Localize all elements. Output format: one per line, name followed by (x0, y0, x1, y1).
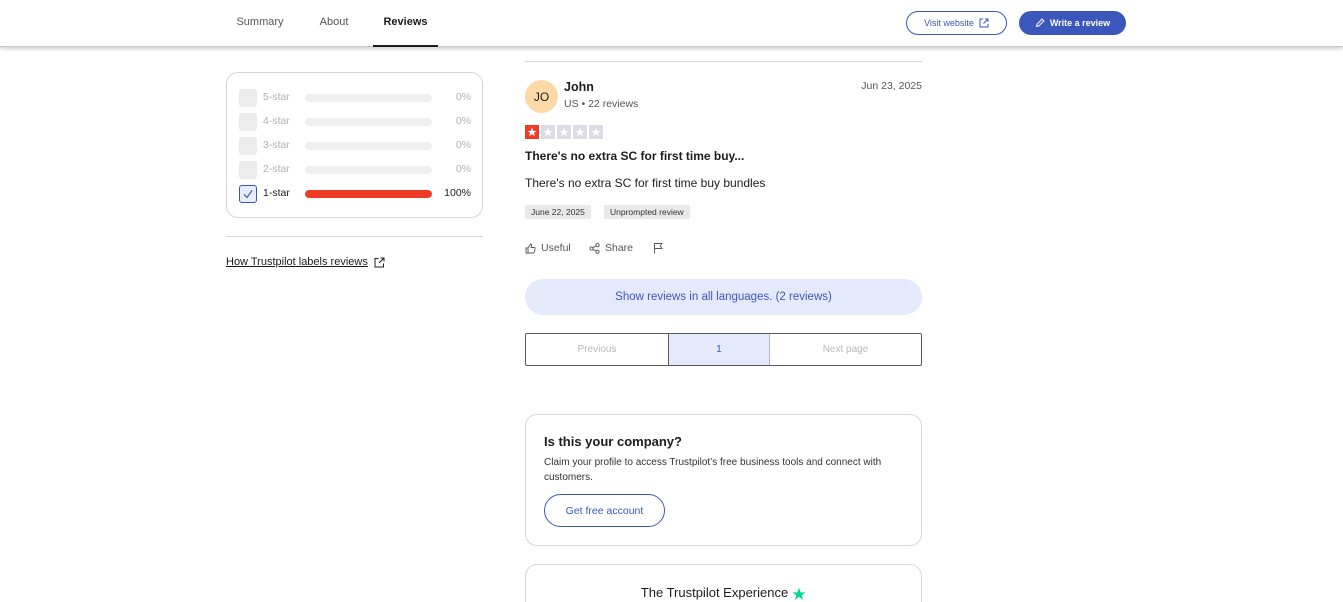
filter-row-3-star[interactable]: 3-star 0% (239, 137, 471, 155)
visit-website-label: Visit website (924, 18, 974, 28)
filter-label: 4-star (263, 115, 290, 127)
current-page-button[interactable]: 1 (669, 334, 770, 365)
avatar[interactable]: JO (525, 80, 558, 113)
filter-percent: 0% (455, 163, 471, 175)
filter-percent: 0% (455, 91, 471, 103)
review-date: Jun 23, 2025 (861, 80, 922, 92)
filter-percent: 100% (444, 187, 471, 199)
claim-company-text: Claim your profile to access Trustpilot’… (544, 457, 882, 483)
trustpilot-experience-title: The Trustpilot Experience (640, 585, 789, 600)
report-flag-button[interactable] (653, 242, 664, 254)
star-empty-icon (589, 125, 603, 139)
write-review-label: Write a review (1049, 18, 1111, 28)
experience-date-chip: June 22, 2025 (525, 205, 591, 219)
rating-filter-card: 5-star 0% 4-star 0% 3-star 0% 2-star 0% … (226, 72, 483, 218)
external-link-icon (374, 257, 385, 267)
filter-row-1-star[interactable]: 1-star 100% (239, 185, 471, 203)
reviewer-name[interactable]: John (564, 80, 594, 94)
share-label: Share (605, 242, 634, 254)
filter-row-4-star[interactable]: 4-star 0% (239, 113, 471, 131)
filter-row-2-star[interactable]: 2-star 0% (239, 161, 471, 179)
filter-checkbox[interactable] (239, 89, 257, 107)
top-navigation: Summary About Reviews Visit website Writ… (0, 0, 1343, 47)
get-free-account-button[interactable]: Get free account (544, 494, 665, 527)
filter-label: 5-star (263, 91, 290, 103)
pagination: Previous 1 Next page (525, 333, 922, 366)
write-review-button[interactable]: Write a review (1019, 11, 1126, 35)
star-empty-icon (557, 125, 571, 139)
left-divider (226, 236, 483, 237)
show-all-languages-button[interactable]: Show reviews in all languages. (2 review… (525, 279, 922, 315)
external-link-icon (979, 18, 989, 28)
filter-label: 1-star (263, 187, 290, 199)
unprompted-review-chip: Unprompted review (604, 205, 690, 219)
flag-icon (654, 243, 663, 254)
useful-button[interactable]: Useful (525, 242, 571, 254)
thumbs-up-icon (525, 243, 536, 253)
filter-percent: 0% (455, 139, 471, 151)
filter-checkbox[interactable] (239, 137, 257, 155)
filter-row-5-star[interactable]: 5-star 0% (239, 89, 471, 107)
useful-label: Useful (541, 242, 571, 254)
share-button[interactable]: Share (589, 242, 633, 254)
star-filled-icon (525, 125, 539, 139)
claim-company-card: Is this your company? Claim your profile… (525, 414, 922, 546)
next-page-button[interactable]: Next page (770, 334, 921, 365)
how-link-label: How Trustpilot labels reviews (226, 256, 368, 268)
filter-progress-bar (305, 118, 432, 126)
filter-label: 3-star (263, 139, 290, 151)
visit-website-button[interactable]: Visit website (906, 11, 1007, 35)
tab-summary[interactable]: Summary (227, 0, 293, 47)
filter-progress-bar (305, 142, 432, 150)
trustpilot-experience-heading: The Trustpilot Experience (526, 584, 921, 601)
trustpilot-star-icon (792, 587, 806, 600)
filter-label: 2-star (263, 163, 290, 175)
reviewer-meta: US • 22 reviews (564, 98, 639, 110)
star-empty-icon (573, 125, 587, 139)
review-title[interactable]: There's no extra SC for first time buy..… (525, 149, 744, 163)
checkmark-icon (243, 190, 253, 199)
review-divider (525, 61, 922, 62)
previous-page-button[interactable]: Previous (526, 334, 669, 365)
how-trustpilot-labels-reviews-link[interactable]: How Trustpilot labels reviews (226, 256, 385, 268)
star-empty-icon (541, 125, 555, 139)
review-body: There's no extra SC for first time buy b… (525, 176, 766, 190)
trustpilot-experience-card: The Trustpilot Experience (525, 564, 922, 602)
tab-reviews[interactable]: Reviews (373, 0, 438, 47)
pencil-icon (1035, 18, 1045, 28)
filter-progress-bar (305, 190, 432, 198)
filter-progress-fill (305, 190, 432, 198)
filter-progress-bar (305, 94, 432, 102)
share-icon (589, 242, 600, 254)
filter-percent: 0% (455, 115, 471, 127)
star-rating (525, 125, 603, 139)
filter-checkbox-checked[interactable] (239, 185, 257, 203)
tab-about[interactable]: About (305, 0, 363, 47)
filter-checkbox[interactable] (239, 113, 257, 131)
filter-progress-bar (305, 166, 432, 174)
claim-company-title: Is this your company? (544, 434, 682, 449)
filter-checkbox[interactable] (239, 161, 257, 179)
